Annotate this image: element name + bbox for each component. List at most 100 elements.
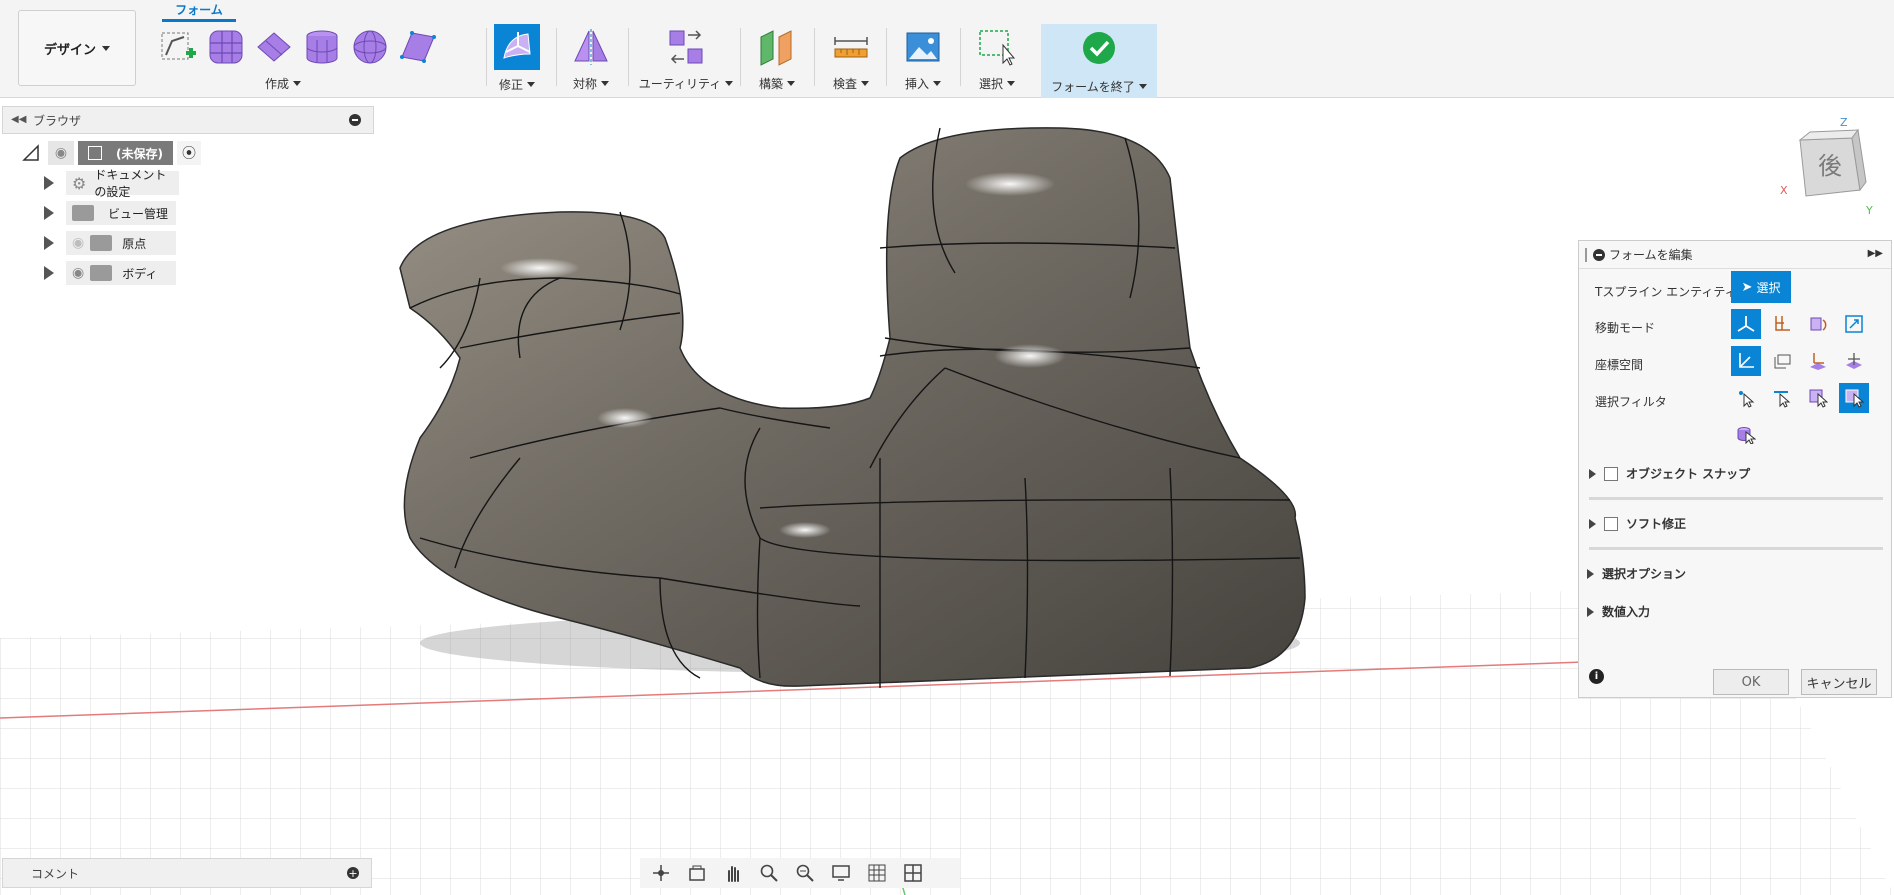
- collapse-triangle-icon[interactable]: [22, 144, 40, 162]
- cancel-button[interactable]: キャンセル: [1801, 669, 1877, 695]
- window-select-icon[interactable]: [977, 27, 1017, 67]
- coordinate-space-label: 座標空間: [1595, 358, 1644, 372]
- workspace-switcher[interactable]: デザイン: [18, 10, 136, 86]
- soft-modify-section[interactable]: ソフト修正: [1589, 515, 1686, 532]
- drag-handle-icon[interactable]: [1585, 247, 1587, 262]
- folder-icon: [90, 235, 113, 251]
- chevron-down-icon: [1007, 81, 1015, 86]
- box-icon[interactable]: [206, 27, 246, 67]
- browser-item-box: ビュー管理: [66, 201, 176, 225]
- minimize-icon[interactable]: [1593, 248, 1605, 261]
- create-menu[interactable]: 作成: [265, 75, 301, 92]
- sphere-icon[interactable]: [350, 27, 390, 67]
- expand-triangle-icon[interactable]: [1589, 518, 1596, 529]
- inspect-menu[interactable]: 検査: [833, 75, 869, 92]
- toolbar-divider: [740, 28, 741, 86]
- edit-form-header[interactable]: フォームを編集 ▶▶: [1579, 241, 1891, 269]
- expand-triangle-icon[interactable]: [1587, 568, 1594, 579]
- construct-menu[interactable]: 構築: [759, 75, 795, 92]
- pan-icon[interactable]: [722, 862, 744, 884]
- select-edge-icon[interactable]: [1767, 383, 1797, 413]
- axis-y-label: Y: [1865, 204, 1873, 216]
- expand-triangle-icon[interactable]: [44, 206, 54, 220]
- expand-right-icon[interactable]: ▶▶: [1868, 248, 1883, 259]
- eye-icon[interactable]: ◉: [72, 265, 84, 281]
- finish-form-button[interactable]: フォームを終了: [1041, 24, 1157, 98]
- browser-header: ◀◀ ブラウザ: [2, 106, 374, 134]
- measure-icon[interactable]: [831, 27, 871, 67]
- local-space-icon[interactable]: [1803, 346, 1833, 376]
- browser-item-document-settings[interactable]: ⚙ ドキュメントの設定: [44, 168, 179, 199]
- ok-button[interactable]: OK: [1713, 669, 1789, 695]
- look-at-icon[interactable]: [686, 862, 708, 884]
- eye-icon[interactable]: ◉: [48, 141, 74, 165]
- tspline-body[interactable]: [399, 127, 1306, 688]
- view-cube[interactable]: 後 Z X Y: [1780, 116, 1880, 216]
- fit-zoom-icon[interactable]: [794, 862, 816, 884]
- folder-icon: [90, 265, 113, 281]
- object-snap-section[interactable]: オブジェクト スナップ: [1589, 465, 1750, 482]
- orbit-icon[interactable]: [650, 862, 672, 884]
- zoom-icon[interactable]: [758, 862, 780, 884]
- modify-menu[interactable]: 修正: [499, 76, 535, 93]
- numeric-input-section[interactable]: 数値入力: [1587, 603, 1650, 620]
- add-comment-icon[interactable]: +: [347, 867, 359, 880]
- browser-item-origin[interactable]: ◉ 原点: [44, 230, 176, 256]
- insert-image-icon[interactable]: [903, 27, 943, 67]
- chevron-down-icon: [861, 81, 869, 86]
- selection-options-section[interactable]: 選択オプション: [1587, 565, 1686, 582]
- construct-label: 構築: [758, 77, 783, 91]
- per-face-space-icon[interactable]: [1839, 346, 1869, 376]
- browser-root-row[interactable]: ◉ (未保存) ⦿: [22, 140, 201, 166]
- translation-icon[interactable]: [1767, 309, 1797, 339]
- chevron-down-icon: [102, 45, 110, 51]
- expand-triangle-icon[interactable]: [44, 176, 54, 190]
- tab-form[interactable]: フォーム: [162, 0, 236, 22]
- select-group: 選択: [972, 24, 1022, 92]
- face-icon[interactable]: [398, 27, 438, 67]
- info-icon[interactable]: i: [1589, 669, 1604, 684]
- select-body-icon[interactable]: [1731, 419, 1761, 449]
- tspline-select-button[interactable]: ➤ 選択: [1731, 271, 1791, 303]
- expand-triangle-icon[interactable]: [1587, 606, 1594, 617]
- symmetry-icon[interactable]: [571, 27, 611, 67]
- construct-group: 構築: [752, 24, 802, 92]
- utilities-icon[interactable]: [666, 27, 706, 67]
- edit-form-icon[interactable]: [494, 24, 540, 70]
- eye-hidden-icon[interactable]: ◉: [72, 235, 84, 251]
- expand-triangle-icon[interactable]: [1589, 468, 1596, 479]
- object-snap-checkbox[interactable]: [1604, 466, 1618, 481]
- view-space-icon[interactable]: [1767, 346, 1797, 376]
- create-sketch-icon[interactable]: [158, 27, 198, 67]
- cylinder-icon[interactable]: [302, 27, 342, 67]
- document-root[interactable]: (未保存): [78, 141, 173, 165]
- modify-group: 修正: [492, 24, 542, 92]
- browser-item-bodies[interactable]: ◉ ボディ: [44, 260, 176, 286]
- select-all-icon[interactable]: [1839, 383, 1869, 413]
- utilities-menu[interactable]: ユーティリティ: [639, 75, 734, 92]
- rotation-icon[interactable]: [1803, 309, 1833, 339]
- symmetry-menu[interactable]: 対称: [573, 75, 609, 92]
- multi-move-icon[interactable]: [1731, 309, 1761, 339]
- expand-triangle-icon[interactable]: [44, 266, 54, 280]
- construct-plane-icon[interactable]: [757, 27, 797, 67]
- grid-settings-icon[interactable]: [866, 862, 888, 884]
- insert-menu[interactable]: 挿入: [905, 75, 941, 92]
- soft-modify-checkbox[interactable]: [1604, 516, 1618, 531]
- minimize-icon[interactable]: [349, 114, 361, 126]
- select-menu[interactable]: 選択: [979, 75, 1015, 92]
- collapse-left-icon[interactable]: ◀◀: [11, 114, 26, 125]
- toolbar-divider: [556, 28, 557, 86]
- plane-icon[interactable]: [254, 27, 294, 67]
- display-settings-icon[interactable]: [830, 862, 852, 884]
- activate-icon[interactable]: ⦿: [176, 141, 201, 165]
- world-space-icon[interactable]: [1731, 346, 1761, 376]
- select-face-icon[interactable]: [1803, 383, 1833, 413]
- expand-triangle-icon[interactable]: [44, 236, 54, 250]
- viewports-icon[interactable]: [902, 862, 924, 884]
- scale-icon[interactable]: [1839, 309, 1869, 339]
- select-vertex-icon[interactable]: [1731, 383, 1761, 413]
- browser-item-view-management[interactable]: ビュー管理: [44, 200, 176, 226]
- finish-form-label: フォームを終了: [1051, 80, 1135, 94]
- chevron-down-icon: [787, 81, 795, 86]
